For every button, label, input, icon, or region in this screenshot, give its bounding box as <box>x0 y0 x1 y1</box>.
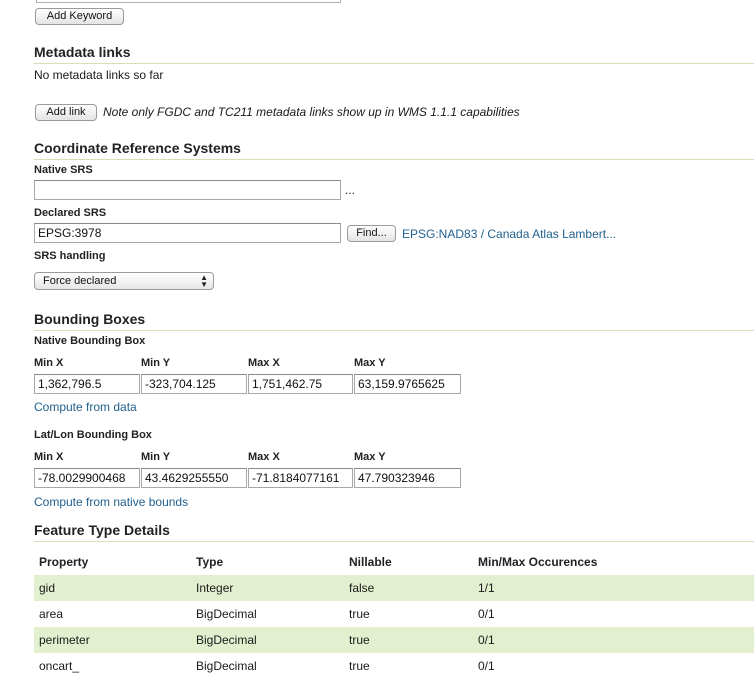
table-row: gid Integer false 1/1 <box>34 575 754 601</box>
native-maxy-input[interactable]: 63,159.9765625 <box>354 374 461 394</box>
bounding-boxes-title: Bounding Boxes <box>34 311 754 331</box>
native-maxy-label: Max Y <box>354 357 386 369</box>
cell-nillable: true <box>349 633 370 647</box>
declared-srs-label: Declared SRS <box>34 207 107 219</box>
column-header-minmax: Min/Max Occurences <box>478 555 598 569</box>
compute-from-native-bounds-link[interactable]: Compute from native bounds <box>34 495 188 509</box>
native-minx-input[interactable]: 1,362,796.5 <box>34 374 140 394</box>
native-maxx-input[interactable]: 1,751,462.75 <box>248 374 353 394</box>
crs-title: Coordinate Reference Systems <box>34 140 754 160</box>
cell-minmax: 0/1 <box>478 607 495 621</box>
cell-property: gid <box>39 581 56 595</box>
feature-type-title: Feature Type Details <box>34 522 754 542</box>
cell-minmax: 0/1 <box>478 659 495 673</box>
column-header-property: Property <box>39 555 89 569</box>
declared-srs-link[interactable]: EPSG:NAD83 / Canada Atlas Lambert... <box>402 227 616 241</box>
select-arrows-icon: ▲ ▼ <box>200 273 208 289</box>
cell-type: BigDecimal <box>196 607 257 621</box>
srs-handling-label: SRS handling <box>34 250 106 262</box>
cell-nillable: false <box>349 581 375 595</box>
latlon-minx-input[interactable]: -78.0029900468 <box>34 468 140 488</box>
cell-type: BigDecimal <box>196 659 257 673</box>
cell-minmax: 0/1 <box>478 633 495 647</box>
add-link-button[interactable]: Add link <box>35 104 97 121</box>
srs-handling-selected: Force declared <box>43 275 117 287</box>
native-miny-label: Min Y <box>141 357 171 369</box>
native-miny-input[interactable]: -323,704.125 <box>141 374 247 394</box>
native-bbox-label: Native Bounding Box <box>34 335 146 347</box>
latlon-maxy-label: Max Y <box>354 451 386 463</box>
compute-from-data-link[interactable]: Compute from data <box>34 400 137 414</box>
native-srs-label: Native SRS <box>34 164 93 176</box>
native-minx-label: Min X <box>34 357 64 369</box>
metadata-links-title: Metadata links <box>34 44 754 64</box>
cell-minmax: 1/1 <box>478 581 495 595</box>
column-header-type: Type <box>196 555 224 569</box>
latlon-miny-input[interactable]: 43.4629255550 <box>141 468 247 488</box>
native-srs-ellipsis[interactable]: ... <box>345 183 355 197</box>
metadata-links-empty: No metadata links so far <box>34 68 164 82</box>
add-keyword-button[interactable]: Add Keyword <box>35 8 124 25</box>
cell-type: Integer <box>196 581 234 595</box>
latlon-maxx-input[interactable]: -71.8184077161 <box>248 468 353 488</box>
table-row: area BigDecimal true 0/1 <box>34 601 754 627</box>
cell-nillable: true <box>349 607 370 621</box>
native-srs-input[interactable] <box>34 180 341 200</box>
column-header-nillable: Nillable <box>349 555 392 569</box>
latlon-minx-label: Min X <box>34 451 64 463</box>
cell-property: oncart_ <box>39 659 80 673</box>
cell-property: perimeter <box>39 633 90 647</box>
cell-type: BigDecimal <box>196 633 257 647</box>
latlon-maxy-input[interactable]: 47.790323946 <box>354 468 461 488</box>
native-maxx-label: Max X <box>248 357 280 369</box>
table-row: perimeter BigDecimal true 0/1 <box>34 627 754 653</box>
latlon-bbox-label: Lat/Lon Bounding Box <box>34 429 152 441</box>
latlon-miny-label: Min Y <box>141 451 171 463</box>
table-row: oncart_ BigDecimal true 0/1 <box>34 653 754 673</box>
latlon-maxx-label: Max X <box>248 451 280 463</box>
keyword-input-edge <box>36 0 341 3</box>
cell-nillable: true <box>349 659 370 673</box>
srs-handling-select[interactable]: Force declared ▲ ▼ <box>34 272 214 290</box>
cell-property: area <box>39 607 64 621</box>
metadata-links-note: Note only FGDC and TC211 metadata links … <box>103 105 520 119</box>
declared-srs-input[interactable]: EPSG:3978 <box>34 223 341 243</box>
find-srs-button[interactable]: Find... <box>347 225 396 242</box>
